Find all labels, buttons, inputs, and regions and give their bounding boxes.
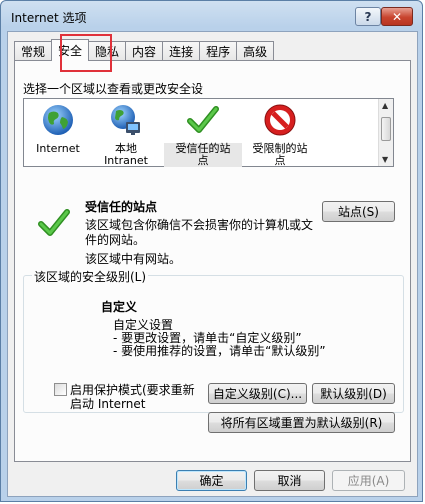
tab-privacy[interactable]: 隐私 — [88, 41, 127, 61]
tab-content[interactable]: 内容 — [125, 41, 164, 61]
protected-mode-checkbox[interactable] — [54, 383, 67, 396]
title-bar[interactable]: Internet 选项 ? ✕ — [1, 1, 422, 31]
zone-label: 受限制的站 点 — [252, 142, 308, 167]
cancel-button[interactable]: 取消 — [254, 470, 325, 491]
sites-button[interactable]: 站点(S) — [322, 201, 395, 222]
window-title: Internet 选项 — [11, 11, 87, 25]
help-icon: ? — [364, 9, 372, 24]
zone-has-sites-text: 该区域中有网站。 — [85, 252, 182, 266]
tab-security[interactable]: 安全 — [51, 39, 90, 61]
zone-label: 受信任的站 点 — [164, 143, 242, 167]
reset-all-zones-button[interactable]: 将所有区域重置为默认级别(R) — [208, 412, 395, 433]
tab-advanced[interactable]: 高级 — [236, 41, 275, 61]
security-level-title: 该区域的安全级别(L) — [32, 268, 149, 285]
zone-label: Internet — [36, 142, 80, 155]
zone-list: Internet 本地 Intranet 受信任的站 点 受限制的站 点 ▲ ▼ — [23, 98, 394, 167]
tab-general[interactable]: 常规 — [14, 41, 53, 61]
zone-restricted-sites[interactable]: 受限制的站 点 — [241, 103, 319, 167]
protected-mode-label-cont: 启动 Internet — [70, 397, 146, 411]
scroll-thumb[interactable] — [381, 117, 391, 141]
zone-internet[interactable]: Internet — [19, 103, 97, 155]
security-panel: 选择一个区域以查看或更改安全设 Internet 本地 Intranet 受信任… — [14, 60, 411, 462]
select-zone-label: 选择一个区域以查看或更改安全设 — [23, 82, 204, 96]
zone-label: 本地 Intranet — [104, 142, 148, 167]
ok-button[interactable]: 确定 — [176, 470, 247, 491]
apply-button[interactable]: 应用(A) — [332, 470, 405, 491]
default-level-button[interactable]: 默认级别(D) — [312, 383, 395, 404]
scroll-down-icon[interactable]: ▼ — [382, 155, 388, 164]
custom-level-button[interactable]: 自定义级别(C)... — [208, 383, 307, 404]
help-button[interactable]: ? — [355, 7, 381, 26]
level-name: 自定义 — [101, 300, 138, 314]
zone-trusted-sites[interactable]: 受信任的站 点 — [164, 103, 242, 167]
zone-title: 受信任的站点 — [85, 200, 158, 214]
tab-connections[interactable]: 连接 — [162, 41, 201, 61]
zone-list-scrollbar[interactable]: ▲ ▼ — [378, 99, 393, 166]
tab-programs[interactable]: 程序 — [199, 41, 238, 61]
zone-description-cont: 件的网站。 — [85, 233, 146, 247]
no-entry-icon — [264, 104, 296, 136]
scroll-up-icon[interactable]: ▲ — [382, 101, 388, 110]
tab-strip: 常规 安全 隐私 内容 连接 程序 高级 — [14, 39, 275, 61]
internet-options-window: Internet 选项 ? ✕ 常规 安全 隐私 内容 连接 程序 高级 选择一… — [0, 0, 423, 502]
dialog-client: 常规 安全 隐私 内容 连接 程序 高级 选择一个区域以查看或更改安全设 Int… — [7, 31, 418, 497]
level-desc-default: - 要使用推荐的设置，请单击“默认级别” — [113, 344, 326, 358]
globe-icon — [43, 105, 73, 135]
zone-local-intranet[interactable]: 本地 Intranet — [87, 103, 165, 167]
trusted-check-icon — [38, 209, 70, 236]
close-button[interactable]: ✕ — [381, 7, 413, 26]
intranet-globe-icon — [111, 105, 140, 135]
close-icon: ✕ — [391, 9, 403, 24]
green-check-icon — [187, 106, 219, 133]
